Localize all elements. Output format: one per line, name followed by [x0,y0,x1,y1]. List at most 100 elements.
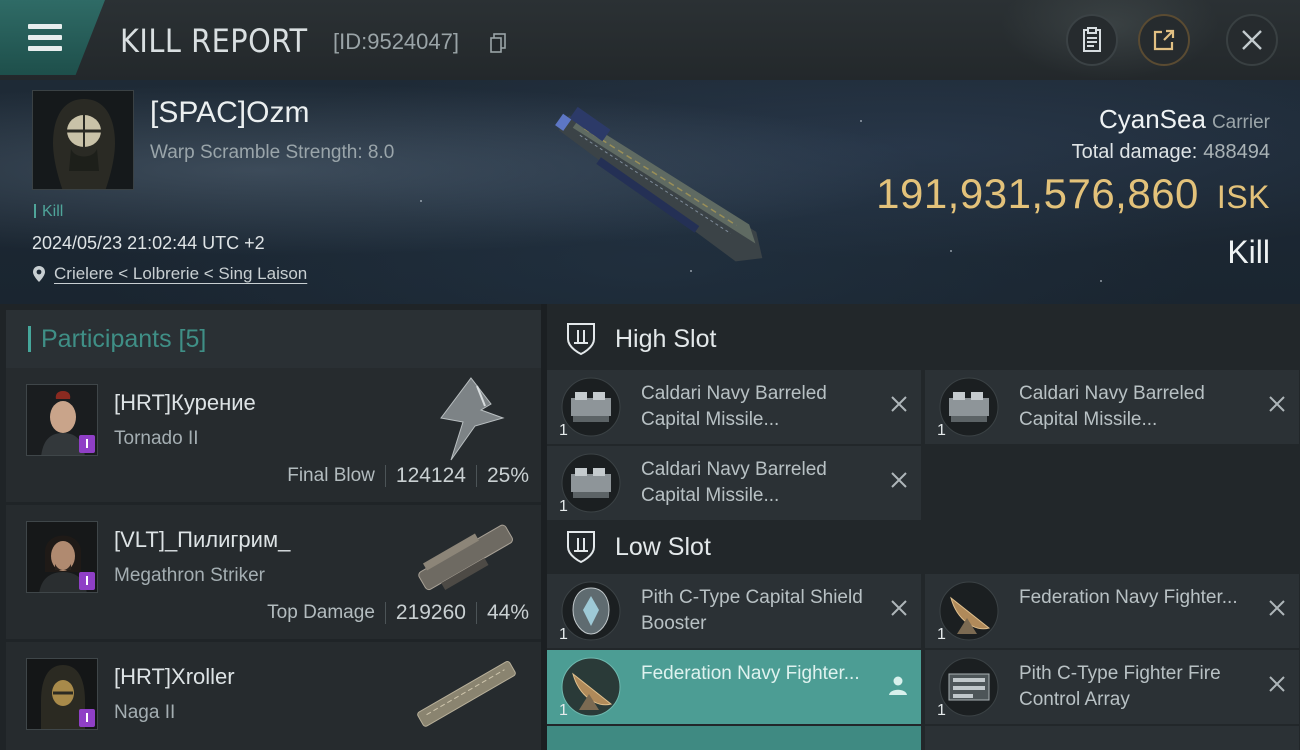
location-text: Crielere < Lolbrerie < Sing Laison [54,264,308,283]
module-name: Pith C-Type Capital Shield Booster [641,587,863,634]
victim-ship: CyanSea Carrier [876,104,1270,135]
participant-name: [HRT]Курение [114,390,256,415]
corp-badge [79,709,95,727]
participant-ship-image [417,661,516,727]
module-name: Federation Navy Fighter... [641,663,860,684]
close-button[interactable] [1226,14,1278,66]
shield-booster-icon [561,581,621,641]
share-button[interactable] [1138,14,1190,66]
module-item-partial[interactable] [925,726,1299,750]
participant-row[interactable]: [VLT]_Пилигрим_ Megathron Striker Top Da… [6,505,541,639]
close-icon [1242,30,1262,50]
kill-tag: Kill [34,203,63,221]
isk-value: 191,931,576,860 ISK [876,170,1270,218]
remove-icon[interactable] [1267,674,1287,694]
kill-datetime: 2024/05/23 21:02:44 UTC +2 [32,233,265,253]
participant-name: [VLT]_Пилигрим_ [114,527,291,552]
low-slot-label: Low Slot [615,532,711,561]
menu-icon[interactable] [28,24,62,51]
participant-stats: Top Damage 219260 44% [267,601,529,625]
participant-ship-image [440,377,505,461]
participant-avatar[interactable] [26,384,98,456]
module-qty: 1 [559,702,568,719]
module-item[interactable]: 1 Caldari Navy Barreled Capital Missile.… [925,370,1299,444]
isk-amount: 191,931,576,860 [876,170,1199,217]
fitting-panel: High Slot 1 Caldari Navy Barreled Capita… [547,304,1300,750]
module-item[interactable]: 1 Caldari Navy Barreled Capital Missile.… [547,370,921,444]
fire-control-array-icon [939,657,999,717]
module-qty: 1 [937,422,946,439]
report-id: [ID:9524047] [333,29,459,54]
total-damage: Total damage: 488494 [876,141,1270,164]
location-link[interactable]: Crielere < Lolbrerie < Sing Laison [32,264,307,284]
module-qty: 1 [559,498,568,515]
participant-damage: 124124 [395,464,466,487]
divider [475,602,477,624]
participants-panel: Participants [5] [HRT]Курение Tornado II… [0,304,541,750]
participant-percent: 25% [486,464,529,487]
participant-role: Top Damage [267,602,375,623]
header-accent-bar [28,326,31,352]
participant-row[interactable]: [HRT]Курение Tornado II Final Blow 12412… [6,368,541,502]
divider [475,465,477,487]
divider [384,465,386,487]
victim-avatar-image [33,91,133,189]
low-slot-header: Low Slot [547,516,1300,578]
module-item[interactable]: 1 Caldari Navy Barreled Capital Missile.… [547,446,921,520]
participant-avatar[interactable] [26,658,98,730]
module-item-selected[interactable]: 1 Federation Navy Fighter... [547,650,921,724]
remove-icon[interactable] [1267,598,1287,618]
isk-unit: ISK [1216,179,1270,215]
victim-ship-image[interactable] [530,100,790,290]
remove-icon[interactable] [889,394,909,414]
participant-damage: 219260 [395,601,466,624]
victim-info: CyanSea Carrier Total damage: 488494 191,9… [876,104,1270,271]
participant-stats: Final Blow 124124 25% [287,464,529,488]
participant-avatar[interactable] [26,521,98,593]
module-qty: 1 [937,702,946,719]
participant-name: [HRT]Xroller [114,664,235,689]
divider [384,602,386,624]
top-bar: KILL REPORT [ID:9524047] [0,0,1300,80]
missile-launcher-icon [561,377,621,437]
slot-shield-icon [567,531,595,564]
corp-badge [79,435,95,453]
copy-icon[interactable] [490,33,506,53]
victim-ship-class: Carrier [1211,112,1270,133]
participant-ship-image [418,524,513,591]
victim-name: [SPAC]Ozm [150,96,310,129]
page-title: KILL REPORT [120,22,308,60]
high-slot-header: High Slot [547,308,1300,370]
high-slot-label: High Slot [615,324,717,353]
pin-icon [33,266,45,282]
victim-ship-name: CyanSea [1098,104,1206,134]
clipboard-button[interactable] [1066,14,1118,66]
module-item[interactable]: 1 Pith C-Type Capital Shield Booster [547,574,921,648]
participant-ship: Megathron Striker [114,565,266,586]
module-name: Caldari Navy Barreled Capital Missile... [1019,383,1205,430]
user-icon[interactable] [887,674,909,696]
participants-title: Participants [5] [41,324,207,353]
share-icon [1153,29,1175,51]
result-label: Kill [1227,234,1270,270]
warp-scramble-strength: Warp Scramble Strength: 8.0 [150,142,395,163]
module-item[interactable]: 1 Pith C-Type Fighter Fire Control Array [925,650,1299,724]
slot-shield-icon [567,323,595,356]
victim-portrait[interactable] [32,90,134,190]
remove-icon[interactable] [889,470,909,490]
module-name: Caldari Navy Barreled Capital Missile... [641,459,827,506]
module-item-partial[interactable] [547,726,921,750]
module-qty: 1 [937,626,946,643]
missile-launcher-icon [561,453,621,513]
module-item[interactable]: 1 Federation Navy Fighter... [925,574,1299,648]
participant-role: Final Blow [287,465,375,486]
remove-icon[interactable] [1267,394,1287,414]
module-name: Federation Navy Fighter... [1019,587,1238,608]
victim-banner: [SPAC]Ozm Warp Scramble Strength: 8.0 Ki… [0,80,1300,304]
fighter-dish-icon [939,581,999,641]
fighter-dish-icon [561,657,621,717]
corp-badge [79,572,95,590]
total-damage-label: Total damage: [1071,141,1198,163]
remove-icon[interactable] [889,598,909,618]
participant-row[interactable]: [HRT]Xroller Naga II [6,642,541,750]
